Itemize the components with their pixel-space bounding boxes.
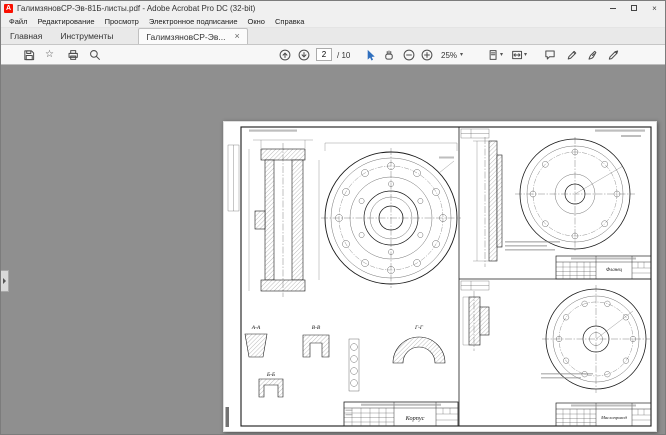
menu-item-esign[interactable]: Электронное подписание	[144, 17, 243, 26]
arrow-down-circle-icon	[298, 49, 310, 61]
document-viewport[interactable]: А-А В-В Г-Г Б-Б	[1, 65, 666, 435]
flanec-part-name: Фланец	[606, 268, 622, 273]
print-button[interactable]	[67, 48, 79, 62]
tab-document-label: ГалимзяновСР-Эв...	[146, 32, 225, 42]
save-icon	[23, 49, 35, 61]
section-label-gg: Г-Г	[414, 325, 424, 331]
maximize-icon	[631, 5, 637, 11]
fit-width-icon	[511, 49, 523, 61]
minus-circle-icon	[403, 49, 415, 61]
menu-item-window[interactable]: Окно	[243, 17, 270, 26]
tab-bar: Главная Инструменты ГалимзяновСР-Эв... ×	[1, 28, 665, 45]
window-title: ГалимзяновСР-Эв-81Б-листы.pdf - Adobe Ac…	[17, 4, 255, 13]
pipe-part-name: Маслопровод	[600, 415, 628, 420]
favorites-button[interactable]: ☆	[45, 48, 54, 62]
page-count-label: / 10	[337, 51, 350, 60]
korpus-part-name: Корпус	[405, 415, 425, 422]
arrow-up-circle-icon	[279, 49, 291, 61]
printer-icon	[67, 49, 79, 61]
acrobat-window: A ГалимзяновСР-Эв-81Б-листы.pdf - Adobe …	[0, 0, 666, 435]
window-controls: ×	[602, 1, 665, 15]
engineering-drawing-sheet: А-А В-В Г-Г Б-Б	[223, 121, 657, 432]
menu-item-file[interactable]: Файл	[4, 17, 32, 26]
tab-document[interactable]: ГалимзяновСР-Эв... ×	[138, 28, 247, 44]
highlight-button[interactable]	[607, 48, 619, 62]
caret-down-icon: ▾	[524, 52, 527, 58]
comment-button[interactable]	[544, 48, 556, 62]
previous-page-button[interactable]	[279, 48, 291, 62]
minimize-icon	[610, 8, 616, 9]
search-button[interactable]	[89, 48, 101, 62]
menu-item-view[interactable]: Просмотр	[100, 17, 144, 26]
select-tool-button[interactable]	[364, 48, 376, 62]
zoom-level-dropdown[interactable]: 25% ▾	[439, 48, 465, 62]
section-label-bb: Б-Б	[266, 372, 276, 378]
caret-down-icon: ▾	[500, 52, 503, 58]
pdf-page[interactable]: А-А В-В Г-Г Б-Б	[223, 121, 657, 432]
save-button[interactable]	[23, 48, 35, 62]
section-label-vv: В-В	[312, 325, 321, 331]
hand-tool-button[interactable]	[383, 48, 395, 62]
maximize-button[interactable]	[623, 1, 644, 15]
zoom-level-value: 25%	[441, 51, 457, 60]
toolbar: ☆ / 10	[1, 45, 665, 65]
highlighter-icon	[607, 49, 619, 61]
sign-button[interactable]	[587, 48, 599, 62]
close-button[interactable]: ×	[644, 1, 665, 15]
minimize-button[interactable]	[602, 1, 623, 15]
tab-home[interactable]: Главная	[1, 28, 51, 44]
pen-icon	[587, 49, 599, 61]
caret-down-icon: ▾	[460, 52, 463, 58]
title-bar: A ГалимзяновСР-Эв-81Б-листы.pdf - Adobe …	[1, 1, 665, 15]
plus-circle-icon	[421, 49, 433, 61]
search-icon	[89, 49, 101, 61]
tab-tools[interactable]: Инструменты	[51, 28, 122, 44]
hand-icon	[383, 49, 395, 61]
edit-button[interactable]	[566, 48, 578, 62]
comment-icon	[544, 49, 556, 61]
acrobat-logo-icon: A	[4, 4, 13, 13]
zoom-out-button[interactable]	[403, 48, 415, 62]
page-number-input[interactable]	[316, 48, 332, 61]
single-page-icon	[487, 49, 499, 61]
menu-bar: Файл Редактирование Просмотр Электронное…	[1, 15, 665, 28]
next-page-button[interactable]	[298, 48, 310, 62]
cursor-icon	[364, 49, 376, 61]
menu-item-edit[interactable]: Редактирование	[32, 17, 99, 26]
page-view-button[interactable]: ▾	[487, 48, 503, 62]
pencil-icon	[566, 49, 578, 61]
zoom-in-button[interactable]	[421, 48, 433, 62]
fit-width-button[interactable]: ▾	[511, 48, 527, 62]
section-label-aa: А-А	[251, 325, 261, 331]
tab-close-icon[interactable]: ×	[234, 32, 239, 41]
nav-pane-toggle[interactable]	[1, 270, 9, 292]
menu-item-help[interactable]: Справка	[270, 17, 309, 26]
star-icon: ☆	[45, 50, 54, 60]
sheet-edge	[224, 122, 657, 432]
